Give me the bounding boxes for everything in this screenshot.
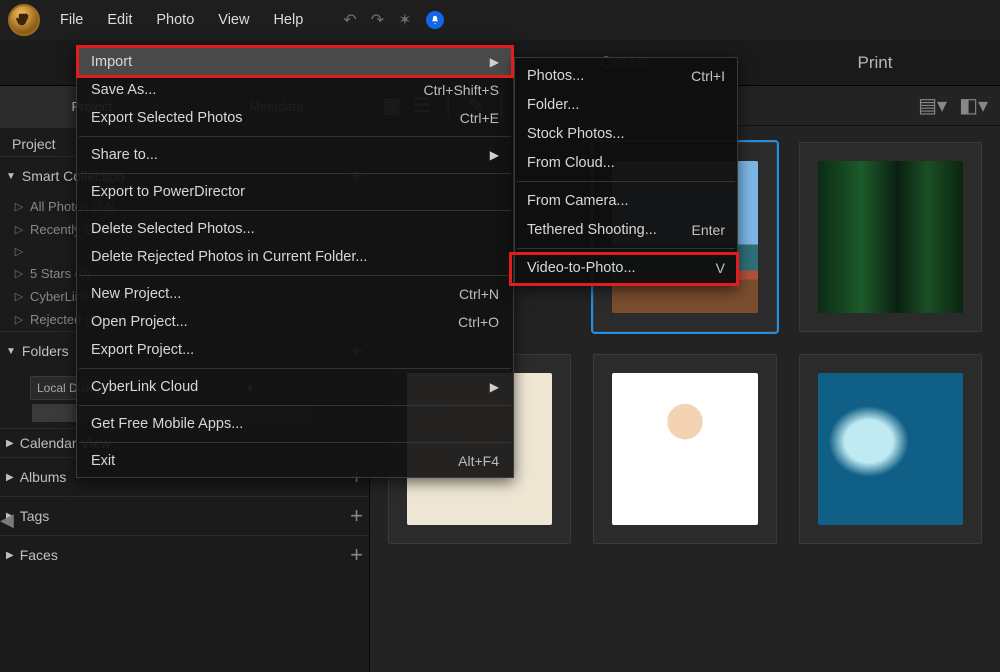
- section-faces[interactable]: ▶ Faces +: [0, 535, 369, 574]
- file-menu-item[interactable]: Get Free Mobile Apps...: [77, 410, 513, 438]
- file-menu-item[interactable]: CyberLink Cloud ▶: [77, 373, 513, 401]
- chevron-right-icon: ▶: [6, 438, 14, 449]
- menubar-right: ↶ ↷ ✶: [343, 10, 443, 30]
- import-menu-item[interactable]: Tethered Shooting... Enter: [515, 215, 737, 244]
- import-menu-item[interactable]: From Camera...: [515, 186, 737, 215]
- file-menu: Import ▶ Save As... Ctrl+Shift+S Export Sele…: [76, 45, 514, 478]
- file-menu-item[interactable]: Exit Alt+F4: [77, 447, 513, 475]
- arrow-icon: ▷: [8, 200, 30, 213]
- menu-view[interactable]: View: [218, 12, 249, 28]
- menu-shortcut: Ctrl+O: [458, 314, 499, 330]
- file-menu-item[interactable]: Share to... ▶: [77, 141, 513, 169]
- chevron-down-icon: ▼: [6, 346, 16, 357]
- chevron-right-icon: ▶: [6, 472, 14, 483]
- menubar: File Edit Photo View Help ↶ ↷ ✶: [0, 0, 1000, 40]
- menu-shortcut: Ctrl+N: [459, 286, 499, 302]
- menu-shortcut: Ctrl+I: [691, 68, 725, 84]
- add-icon[interactable]: +: [350, 503, 363, 529]
- submenu-arrow-icon: ▶: [490, 380, 499, 394]
- section-label: Faces: [20, 547, 58, 563]
- redo-icon[interactable]: ↷: [371, 10, 384, 30]
- section-label: Tags: [20, 508, 50, 524]
- undo-icon[interactable]: ↶: [343, 10, 356, 30]
- menu-item-label: Stock Photos...: [527, 126, 625, 142]
- menu-item-label: Save As...: [91, 82, 156, 98]
- file-menu-item[interactable]: Import ▶: [77, 48, 513, 76]
- menu-item-label: Get Free Mobile Apps...: [91, 416, 243, 432]
- import-submenu: Photos... Ctrl+I Folder... Stock Photos... F…: [514, 57, 738, 286]
- menu-item-label: Export Selected Photos: [91, 110, 243, 126]
- notification-icon[interactable]: [426, 11, 444, 29]
- settings-icon[interactable]: ✶: [398, 10, 411, 30]
- menu-shortcut: Ctrl+Shift+S: [424, 82, 499, 98]
- chevron-down-icon: ▼: [6, 171, 16, 182]
- menu-items: File Edit Photo View Help: [60, 12, 303, 28]
- toolbar-sort-icon[interactable]: ▤▾: [914, 93, 951, 118]
- menu-item-label: Photos...: [527, 68, 584, 84]
- menu-shortcut: V: [716, 260, 725, 276]
- arrow-icon: ▷: [8, 223, 30, 236]
- chevron-right-icon: ▶: [6, 550, 14, 561]
- menu-item-label: New Project...: [91, 286, 181, 302]
- menu-item-label: Import: [91, 54, 132, 70]
- import-menu-item[interactable]: Video-to-Photo... V: [515, 253, 737, 282]
- file-menu-item[interactable]: Export to PowerDirector: [77, 178, 513, 206]
- section-label: Albums: [20, 469, 67, 485]
- photo-forest[interactable]: [799, 142, 982, 332]
- add-icon[interactable]: +: [350, 542, 363, 568]
- menu-item-label: Delete Rejected Photos in Current Folder…: [91, 249, 367, 265]
- import-menu-item[interactable]: Photos... Ctrl+I: [515, 61, 737, 90]
- sidebar-collapse-icon[interactable]: ◀: [0, 510, 14, 531]
- section-tags[interactable]: ▶ Tags +: [0, 496, 369, 535]
- file-menu-item[interactable]: Open Project... Ctrl+O: [77, 308, 513, 336]
- menu-shortcut: Ctrl+E: [460, 110, 499, 126]
- file-menu-item[interactable]: New Project... Ctrl+N: [77, 280, 513, 308]
- arrow-icon: ▷: [8, 245, 30, 258]
- menu-photo[interactable]: Photo: [156, 12, 194, 28]
- menu-item-label: Share to...: [91, 147, 158, 163]
- submenu-arrow-icon: ▶: [490, 55, 499, 69]
- file-menu-item[interactable]: Save As... Ctrl+Shift+S: [77, 76, 513, 104]
- submenu-arrow-icon: ▶: [490, 148, 499, 162]
- section-label: Folders: [22, 343, 69, 359]
- menu-shortcut: Alt+F4: [458, 453, 499, 469]
- menu-file[interactable]: File: [60, 12, 83, 28]
- menu-item-label: Exit: [91, 453, 115, 469]
- logo-hand-icon: [15, 11, 33, 29]
- menu-item-label: Tethered Shooting...: [527, 222, 657, 238]
- import-menu-item[interactable]: Folder...: [515, 90, 737, 119]
- import-menu-item[interactable]: From Cloud...: [515, 148, 737, 177]
- arrow-icon: ▷: [8, 313, 30, 326]
- menu-item-label: Export to PowerDirector: [91, 184, 245, 200]
- tab-print[interactable]: Print: [750, 53, 1000, 73]
- app-logo: [8, 4, 40, 36]
- menu-item-label: Export Project...: [91, 342, 194, 358]
- arrow-icon: ▷: [8, 290, 30, 303]
- file-menu-item[interactable]: Export Selected Photos Ctrl+E: [77, 104, 513, 132]
- photo-portrait2[interactable]: [593, 354, 776, 544]
- menu-shortcut: Enter: [692, 222, 725, 238]
- file-menu-item[interactable]: Delete Selected Photos...: [77, 215, 513, 243]
- arrow-icon: ▷: [8, 267, 30, 280]
- photo-wave[interactable]: [799, 354, 982, 544]
- menu-edit[interactable]: Edit: [107, 12, 132, 28]
- menu-item-label: Delete Selected Photos...: [91, 221, 255, 237]
- menu-item-label: Video-to-Photo...: [527, 260, 636, 276]
- menu-help[interactable]: Help: [273, 12, 303, 28]
- menu-item-label: Folder...: [527, 97, 579, 113]
- menu-item-label: From Camera...: [527, 193, 629, 209]
- menu-item-label: From Cloud...: [527, 155, 615, 171]
- menu-item-label: CyberLink Cloud: [91, 379, 198, 395]
- toolbar-stack-icon[interactable]: ◧▾: [955, 93, 992, 118]
- import-menu-item[interactable]: Stock Photos...: [515, 119, 737, 148]
- file-menu-item[interactable]: Delete Rejected Photos in Current Folder…: [77, 243, 513, 271]
- menu-item-label: Open Project...: [91, 314, 188, 330]
- file-menu-item[interactable]: Export Project...: [77, 336, 513, 364]
